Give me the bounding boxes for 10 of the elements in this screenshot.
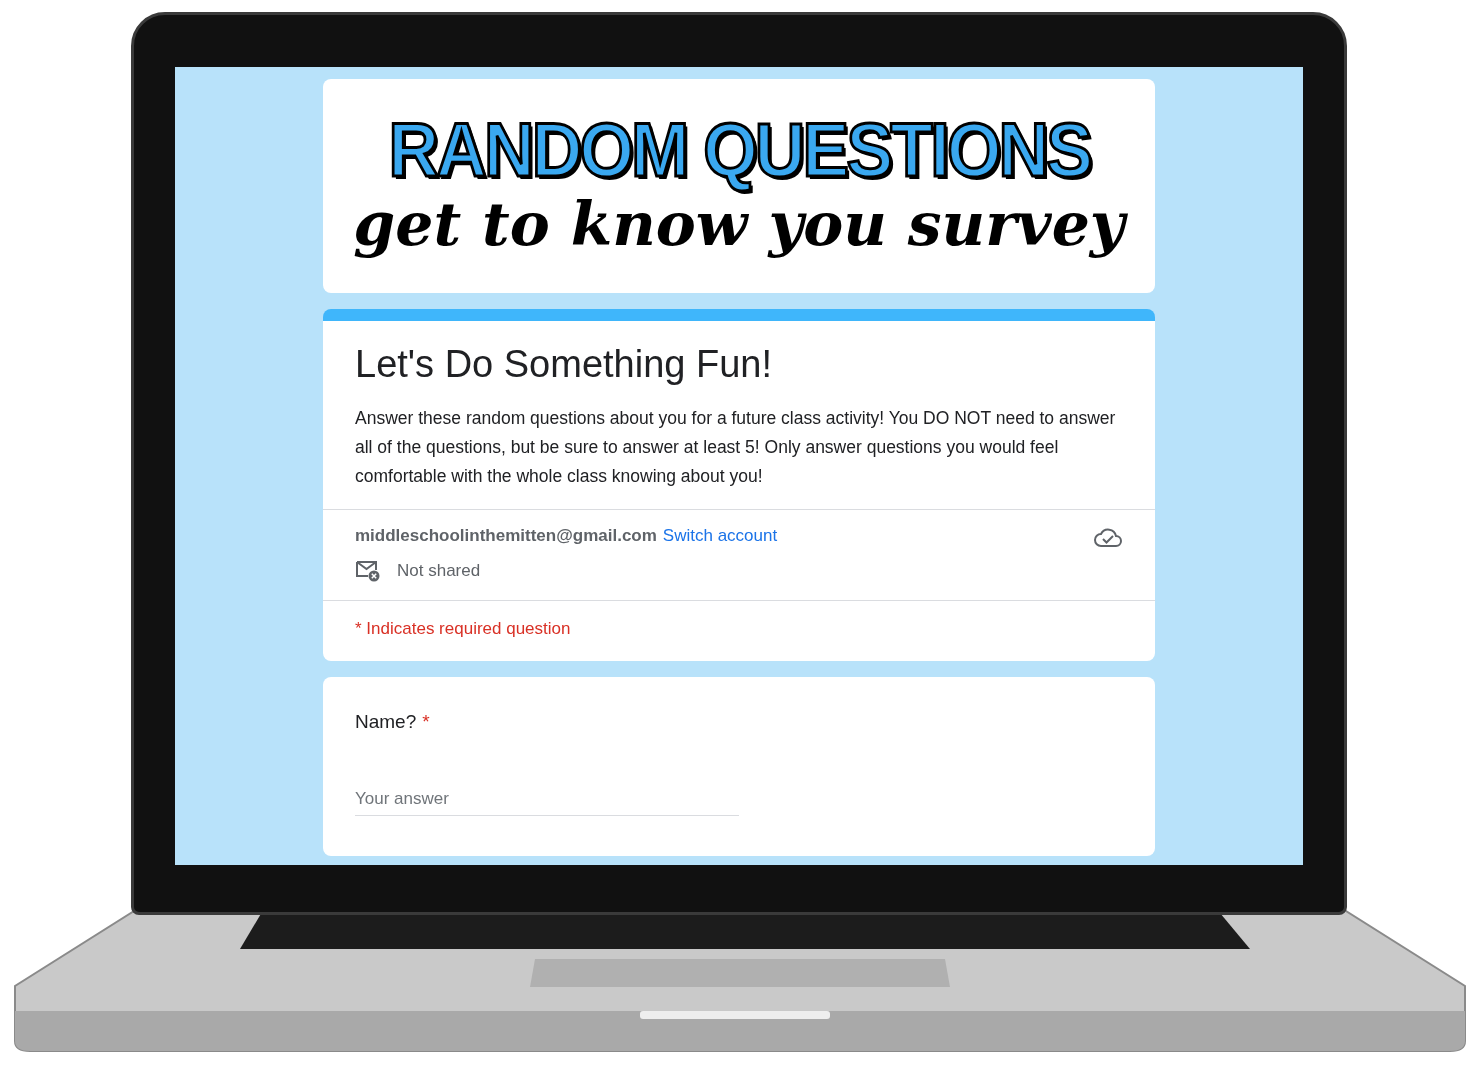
account-email: middleschoolinthemitten@gmail.com	[355, 526, 657, 546]
switch-account-link[interactable]: Switch account	[662, 526, 778, 546]
form-description: Answer these random questions about you for a future class activity! You DO NOT need to answer all of the questions, but be sure to answer at least 5! Only answer questions you would feel comfortable with the whole class knowing about you!	[355, 407, 1117, 488]
sharing-status: Not shared	[397, 561, 481, 581]
required-asterisk: *	[422, 711, 430, 733]
cloud-check-icon	[1093, 526, 1123, 548]
mail-blocked-icon	[355, 560, 381, 582]
required-note: * Indicates required question	[354, 618, 572, 640]
form-title: Let's Do Something Fun!	[355, 343, 774, 386]
question-label: Name?	[355, 711, 417, 733]
